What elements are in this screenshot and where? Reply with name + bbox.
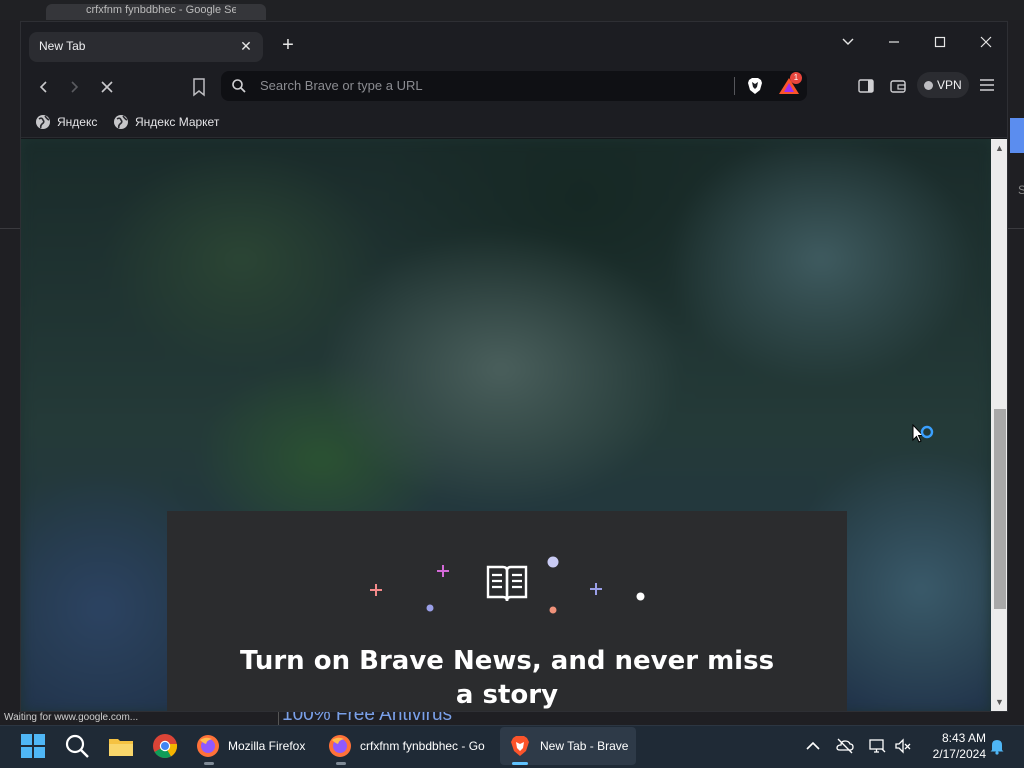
book-icon <box>486 565 528 602</box>
background-tab[interactable]: crfxfnm fynbdbhec - Google Se <box>46 4 266 20</box>
brave-news-optin-card: Turn on Brave News, and never miss a sto… <box>167 511 847 711</box>
windows-taskbar: Mozilla Firefox crfxfnm fynbdbhec - Go N… <box>0 725 1024 768</box>
scroll-down-arrow-icon[interactable]: ▼ <box>995 697 1004 707</box>
onedrive-cloud-icon[interactable] <box>836 737 854 755</box>
bookmark-label: Яндекс <box>57 115 98 129</box>
background-bottom-strip: Waiting for www.google.com... 100% Free … <box>0 712 1024 725</box>
bookmark-icon[interactable] <box>189 76 209 98</box>
network-monitor-icon[interactable] <box>868 737 886 755</box>
stop-loading-button[interactable] <box>96 76 118 98</box>
search-icon <box>232 79 246 93</box>
bookmark-label: Яндекс Маркет <box>135 115 220 129</box>
firefox-icon <box>197 735 219 757</box>
globe-icon <box>36 115 50 129</box>
background-tab-title: crfxfnm fynbdbhec - Google Se <box>86 4 236 16</box>
close-window-button[interactable] <box>963 28 1007 56</box>
clock-time: 8:43 AM <box>941 731 986 745</box>
sidebar-toggle-icon[interactable] <box>857 77 875 95</box>
plus-sparkle-icon <box>590 583 602 595</box>
background-left-edge <box>0 20 20 720</box>
globe-icon <box>114 115 128 129</box>
taskbar-app-firefox[interactable]: Mozilla Firefox <box>188 727 318 765</box>
address-bar[interactable]: Search Brave or type a URL 1 <box>221 71 807 101</box>
page-scrollbar[interactable]: ▲ ▼ <box>991 139 1007 711</box>
back-button[interactable] <box>33 76 55 98</box>
system-clock[interactable]: 8:43 AM 2/17/2024 <box>924 730 986 762</box>
taskbar-app-label: New Tab - Brave <box>540 739 629 753</box>
brave-news-heading: Turn on Brave News, and never miss a sto… <box>239 646 775 710</box>
scroll-up-arrow-icon[interactable]: ▲ <box>995 143 1004 153</box>
tab-new-tab[interactable]: New Tab ✕ <box>29 32 263 62</box>
scrollbar-thumb[interactable] <box>994 409 1006 609</box>
brave-shields-icon[interactable] <box>745 76 765 96</box>
forward-button[interactable] <box>63 76 85 98</box>
dot-sparkle-icon <box>547 556 559 568</box>
minimize-button[interactable] <box>871 28 917 56</box>
taskbar-app-firefox-search[interactable]: crfxfnm fynbdbhec - Go <box>320 727 496 765</box>
background-button[interactable] <box>1010 118 1024 153</box>
taskbar-app-brave[interactable]: New Tab - Brave <box>500 727 636 765</box>
speaker-muted-icon[interactable] <box>894 737 912 755</box>
taskbar-app-label: crfxfnm fynbdbhec - Go <box>360 739 485 753</box>
plus-sparkle-icon <box>370 584 382 596</box>
taskbar-app-label: Mozilla Firefox <box>228 739 306 753</box>
brave-icon <box>511 736 529 756</box>
background-right-edge: S <box>1008 20 1024 720</box>
brave-browser-window: New Tab ✕ + Search Brave or type a URL 1… <box>20 21 1008 712</box>
maximize-button[interactable] <box>917 28 963 56</box>
background-page-heading[interactable]: 100% Free Antivirus <box>282 712 452 725</box>
chevron-up-icon[interactable] <box>804 737 822 755</box>
title-bar: New Tab ✕ + <box>21 22 1007 66</box>
bookmark-yandex[interactable]: Яндекс <box>35 112 97 132</box>
wallet-icon[interactable] <box>889 77 907 95</box>
vpn-button[interactable]: VPN <box>917 72 969 98</box>
address-bar-placeholder[interactable]: Search Brave or type a URL <box>260 78 423 93</box>
hamburger-menu-icon[interactable] <box>977 75 997 95</box>
dot-sparkle-icon <box>426 604 434 612</box>
notification-bell-icon[interactable] <box>988 737 1006 755</box>
windows-start-icon[interactable] <box>20 733 46 759</box>
vpn-status-icon <box>924 81 933 90</box>
bookmark-yandex-market[interactable]: Яндекс Маркет <box>113 112 219 132</box>
busy-cursor-icon <box>912 424 934 443</box>
chrome-icon[interactable] <box>152 733 178 759</box>
tab-title: New Tab <box>39 39 86 53</box>
file-explorer-icon[interactable] <box>108 733 134 759</box>
plus-sparkle-icon <box>437 565 449 577</box>
toolbar: Search Brave or type a URL 1 VPN <box>21 66 1007 106</box>
new-tab-page: Turn on Brave News, and never miss a sto… <box>21 139 991 711</box>
dot-sparkle-icon <box>549 606 557 614</box>
firefox-icon <box>329 735 351 757</box>
tab-search-chevron-icon[interactable] <box>825 28 871 56</box>
status-bar-text: Waiting for www.google.com... <box>4 712 139 723</box>
rewards-notification-badge: 1 <box>790 72 802 84</box>
vpn-label: VPN <box>937 78 962 92</box>
dot-sparkle-icon <box>636 592 645 601</box>
background-letter: S <box>1018 183 1024 197</box>
search-icon[interactable] <box>64 733 90 759</box>
bookmarks-bar: Яндекс Яндекс Маркет <box>21 106 1007 138</box>
background-tabstrip: crfxfnm fynbdbhec - Google Se <box>0 0 1024 20</box>
clock-date: 2/17/2024 <box>932 747 986 761</box>
tab-close-icon[interactable]: ✕ <box>237 37 255 55</box>
new-tab-button[interactable]: + <box>277 35 299 57</box>
